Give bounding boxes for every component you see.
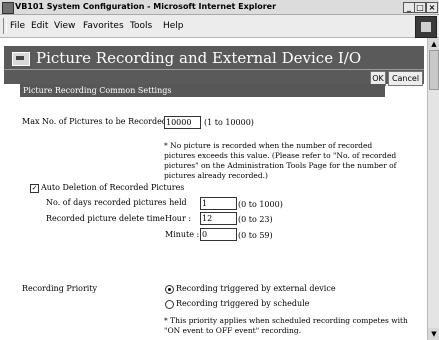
window-title-bar: VB101 System Configuration - Microsoft I…: [0, 0, 439, 15]
minute-input[interactable]: 0: [200, 228, 237, 241]
delete-time-label: Recorded picture delete time: [46, 214, 165, 223]
priority-schedule-radio[interactable]: [165, 300, 174, 309]
menu-favorites[interactable]: Favorites: [83, 21, 124, 31]
page-header: Picture Recording and External Device I/…: [4, 46, 424, 86]
page-title: Picture Recording and External Device I/…: [36, 49, 362, 67]
section-header: Picture Recording Common Settings: [20, 84, 385, 97]
menu-tools[interactable]: Tools: [130, 21, 152, 31]
menu-file[interactable]: File: [10, 21, 25, 31]
vertical-scrollbar[interactable]: ▲ ▼: [427, 38, 439, 340]
minute-range: (0 to 59): [238, 231, 273, 240]
priority-note: * This priority applies when scheduled r…: [164, 316, 408, 335]
max-pictures-range: (1 to 10000): [204, 118, 254, 127]
recording-device-icon: [12, 52, 30, 66]
days-held-input[interactable]: 1: [200, 197, 237, 210]
days-held-label: No. of days recorded pictures held: [46, 198, 187, 207]
hour-label: Hour :: [165, 214, 192, 223]
recording-priority-label: Recording Priority: [22, 284, 98, 293]
page-viewport: Picture Recording and External Device I/…: [0, 38, 427, 340]
menu-view[interactable]: View: [54, 21, 75, 31]
priority-external-label: Recording triggered by external device: [176, 284, 336, 293]
max-pictures-note: * No picture is recorded when the number…: [164, 141, 397, 180]
hour-input[interactable]: 12: [200, 212, 237, 225]
priority-external-radio[interactable]: [165, 285, 174, 294]
scroll-thumb[interactable]: [429, 50, 439, 90]
max-pictures-input[interactable]: 10000: [164, 116, 201, 129]
scroll-down-arrow-icon[interactable]: ▼: [428, 328, 439, 340]
windows-flag-icon: [421, 22, 431, 32]
menu-bar: File Edit View Favorites Tools Help: [0, 15, 439, 38]
close-button[interactable]: ×: [426, 2, 438, 13]
minute-label: Minute :: [165, 230, 200, 239]
menu-help[interactable]: Help: [163, 21, 184, 31]
header-divider: [4, 69, 424, 70]
window-title: VB101 System Configuration - Microsoft I…: [15, 2, 277, 11]
days-held-range: (0 to 1000): [238, 200, 283, 209]
auto-deletion-checkbox[interactable]: ✓: [30, 184, 39, 193]
menu-edit[interactable]: Edit: [31, 21, 48, 31]
toolbar-grip: [3, 18, 7, 34]
priority-schedule-label: Recording triggered by schedule: [176, 299, 310, 308]
max-pictures-label: Max No. of Pictures to be Recorded: [22, 117, 167, 126]
scroll-up-arrow-icon[interactable]: ▲: [428, 38, 439, 50]
hour-range: (0 to 23): [238, 215, 273, 224]
ie-throbber-logo: [415, 16, 437, 38]
ie-app-icon: [2, 2, 14, 14]
auto-deletion-label: Auto Deletion of Recorded Pictures: [41, 183, 185, 192]
cancel-button[interactable]: Cancel: [388, 71, 423, 86]
maximize-button[interactable]: □: [414, 2, 426, 13]
